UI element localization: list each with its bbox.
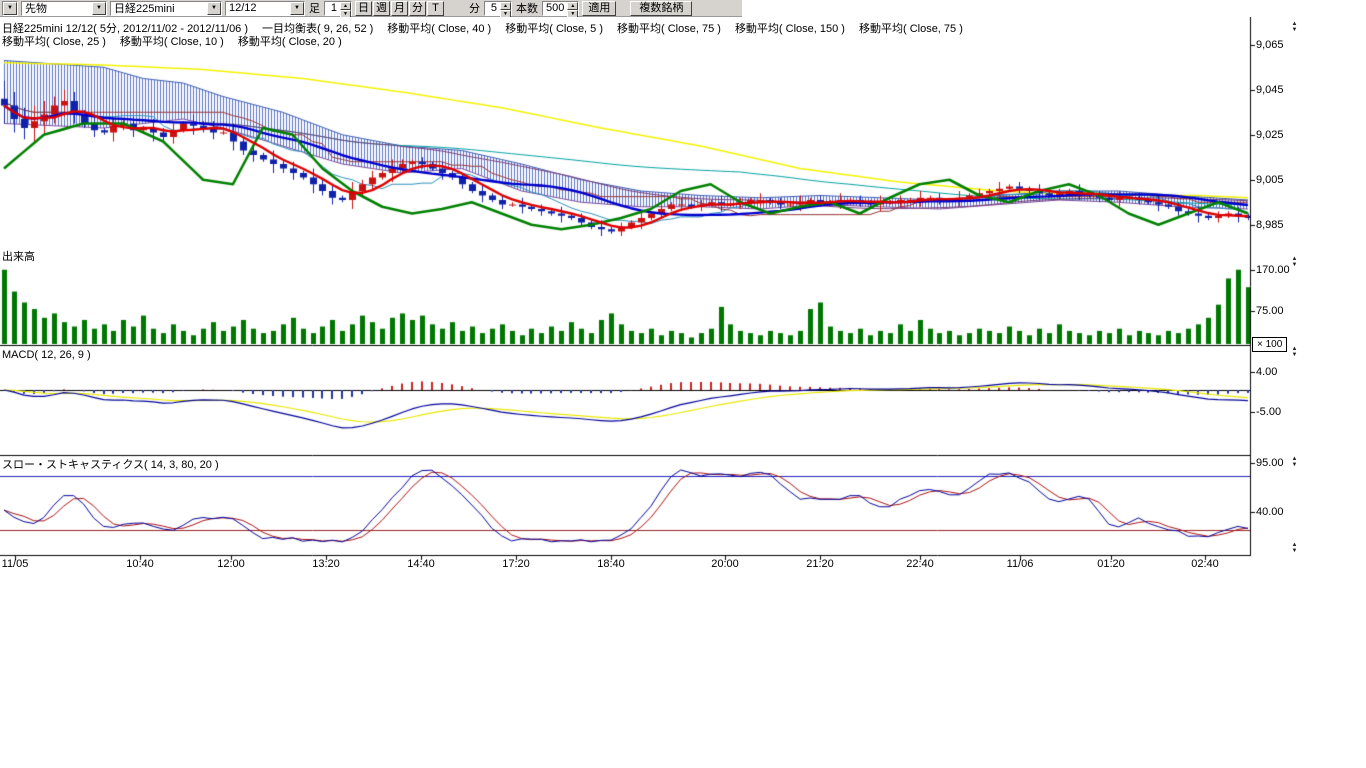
legend-item: 移動平均( Close, 75 )	[617, 20, 721, 36]
chart-canvas[interactable]	[0, 17, 1310, 563]
legend-item: 移動平均( Close, 10 )	[120, 33, 224, 49]
contract-month-select[interactable]: 12/12 ▼	[225, 1, 305, 16]
market-type-select[interactable]: 先物 ▼	[21, 1, 107, 16]
panel-scale-spinner[interactable]: ▲▼	[1289, 456, 1300, 468]
stoch-panel-title: スロー・ストキャスティクス( 14, 3, 80, 20 )	[2, 456, 219, 472]
x-axis-label: 10:40	[126, 558, 154, 570]
stoch-axis-label: 95.00	[1256, 457, 1284, 469]
price-axis-label: 8,985	[1256, 219, 1284, 231]
macd-panel-title: MACD( 12, 26, 9 )	[2, 349, 91, 361]
macd-axis-label: -5.00	[1256, 406, 1281, 418]
symbol-value: 日経225mini	[111, 0, 178, 16]
chevron-down-icon: ▼	[207, 2, 221, 15]
macd-axis-label: 4.00	[1256, 366, 1277, 378]
x-axis-label: 12:00	[217, 558, 245, 570]
price-axis-label: 9,025	[1256, 129, 1284, 141]
period-button-tick[interactable]: T	[427, 1, 444, 16]
chart-workspace: 日経225mini 12/12( 5分, 2012/11/02 - 2012/1…	[0, 17, 1366, 768]
spin-up-icon[interactable]: ▲	[500, 2, 511, 10]
panel-scale-spinner[interactable]: ▲▼	[1289, 21, 1300, 33]
stoch-axis-label: 40.00	[1256, 506, 1284, 518]
legend-item: 移動平均( Close, 150 )	[735, 20, 845, 36]
scale-down-icon[interactable]: ▼	[1289, 352, 1300, 358]
spin-up-icon[interactable]: ▲	[340, 2, 351, 10]
x-axis-label: 22:40	[906, 558, 934, 570]
volume-multiplier-badge: × 100	[1252, 337, 1287, 352]
market-type-value: 先物	[22, 0, 50, 16]
empty-select[interactable]: ▼	[2, 1, 18, 16]
scale-down-icon[interactable]: ▼	[1289, 462, 1300, 468]
legend-item: 移動平均( Close, 25 )	[2, 33, 106, 49]
legend-item: 移動平均( Close, 20 )	[238, 33, 342, 49]
legend-item: 移動平均( Close, 40 )	[387, 20, 491, 36]
toolbar: ▼ 先物 ▼ 日経225mini ▼ 12/12 ▼ 足 1 ▲ ▼ 日週月分T…	[0, 0, 742, 17]
minute-value: 5	[485, 2, 500, 14]
volume-axis-label: 75.00	[1256, 305, 1284, 317]
x-axis-label: 20:00	[711, 558, 739, 570]
x-axis-label: 21:20	[806, 558, 834, 570]
legend-item: 移動平均( Close, 75 )	[859, 20, 963, 36]
volume-axis-label: 170.00	[1256, 264, 1290, 276]
spin-up-icon[interactable]: ▲	[567, 2, 578, 10]
period-button-day[interactable]: 日	[355, 1, 372, 16]
apply-button[interactable]: 適用	[582, 1, 616, 16]
multi-symbol-button[interactable]: 複数銘柄	[630, 1, 692, 16]
x-axis-label: 11/06	[1007, 558, 1034, 570]
chevron-down-icon: ▼	[290, 2, 304, 15]
minute-unit-label: 分	[468, 0, 481, 16]
panel-scale-spinner[interactable]: ▲▼	[1289, 346, 1300, 358]
x-axis-label: 02:40	[1191, 558, 1219, 570]
scale-down-icon[interactable]: ▼	[1289, 27, 1300, 33]
volume-panel-title: 出来高	[2, 248, 35, 264]
panel-scale-spinner[interactable]: ▲▼	[1289, 542, 1300, 554]
x-axis-label: 17:20	[502, 558, 530, 570]
bar-count-label: 本数	[515, 0, 539, 16]
scale-down-icon[interactable]: ▼	[1289, 548, 1300, 554]
legend-line2: 移動平均( Close, 25 ) 移動平均( Close, 10 ) 移動平均( …	[2, 33, 342, 49]
bar-type-label: 足	[308, 0, 321, 16]
price-axis-label: 9,065	[1256, 39, 1284, 51]
period-button-group: 日週月分T	[355, 1, 444, 16]
x-axis-label: 11/05	[2, 558, 29, 570]
x-axis-label: 01:20	[1097, 558, 1125, 570]
x-axis-label: 18:40	[597, 558, 625, 570]
price-axis-label: 9,005	[1256, 174, 1284, 186]
symbol-select[interactable]: 日経225mini ▼	[110, 1, 222, 16]
x-axis-label: 14:40	[407, 558, 435, 570]
x-axis-label: 13:20	[312, 558, 340, 570]
bar-count-value: 500	[543, 2, 567, 14]
period-button-month[interactable]: 月	[391, 1, 408, 16]
minute-value-stepper[interactable]: 5 ▲ ▼	[484, 1, 512, 16]
scale-down-icon[interactable]: ▼	[1289, 262, 1300, 268]
bar-count-stepper[interactable]: 500 ▲ ▼	[542, 1, 579, 16]
period-button-week[interactable]: 週	[373, 1, 390, 16]
chevron-down-icon: ▼	[92, 2, 106, 15]
panel-scale-spinner[interactable]: ▲▼	[1289, 256, 1300, 268]
price-axis-label: 9,045	[1256, 84, 1284, 96]
contract-month-value: 12/12	[226, 2, 260, 14]
bar-interval-value: 1	[325, 2, 340, 14]
period-button-minute[interactable]: 分	[409, 1, 426, 16]
legend-item: 移動平均( Close, 5 )	[505, 20, 603, 36]
chevron-down-icon: ▼	[3, 2, 17, 15]
bar-interval-stepper[interactable]: 1 ▲ ▼	[324, 1, 352, 16]
